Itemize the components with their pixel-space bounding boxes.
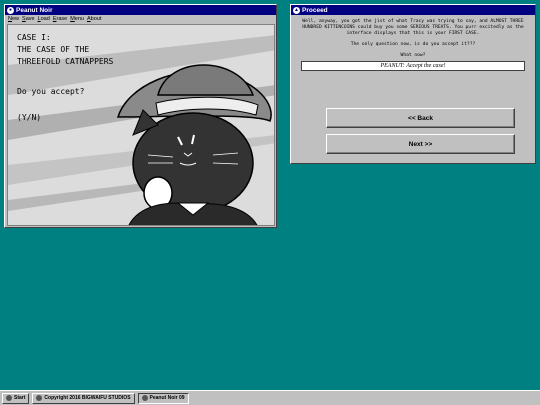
- game-task-button[interactable]: Peanut Noir 09: [137, 392, 189, 404]
- menu-bar: New Save Load Erase Menu About: [5, 15, 276, 23]
- accept-question: Do you accept?: [17, 87, 85, 96]
- case-title-line2: THREEFOLD CATNAPPERS: [17, 57, 114, 66]
- app-task-icon: [141, 395, 148, 401]
- warning-icon: ▲: [293, 6, 300, 14]
- menu-load[interactable]: Load: [38, 16, 50, 22]
- menu-menu[interactable]: Menu: [70, 16, 84, 22]
- game-window-titlebar[interactable]: ● Peanut Noir: [5, 5, 276, 15]
- yn-prompt: (Y/N): [17, 113, 42, 122]
- next-button[interactable]: Next >>: [326, 134, 515, 154]
- case-title-line1: THE CASE OF THE: [17, 45, 90, 54]
- menu-save[interactable]: Save: [22, 16, 35, 22]
- game-task-label: Peanut Noir 09: [149, 395, 185, 401]
- taskbar: Start Copyright 2016 BIGWAIFU STUDIOS Pe…: [0, 390, 540, 405]
- proceed-window-titlebar[interactable]: ▲ Proceed: [291, 5, 535, 15]
- proceed-window-title: Proceed: [302, 6, 328, 14]
- game-window: ● Peanut Noir New Save Load Erase Menu A…: [4, 4, 277, 228]
- narration-text: Well, anyway, you got the jist of what T…: [302, 19, 524, 36]
- menu-about[interactable]: About: [87, 16, 101, 22]
- menu-new[interactable]: New: [8, 16, 19, 22]
- game-scene[interactable]: CASE I: THE CASE OF THE THREEFOLD CATNAP…: [7, 24, 275, 226]
- question-text: The only question now, is do you accept …: [350, 42, 476, 47]
- game-window-title: Peanut Noir: [16, 6, 53, 14]
- case-label: CASE I:: [17, 33, 51, 42]
- app-icon: ●: [7, 6, 14, 14]
- copyright-task[interactable]: Copyright 2016 BIGWAIFU STUDIOS: [32, 392, 135, 404]
- back-button[interactable]: << Back: [326, 108, 515, 128]
- menu-erase[interactable]: Erase: [53, 16, 67, 22]
- start-label: Start: [14, 395, 26, 401]
- copyright-label: Copyright 2016 BIGWAIFU STUDIOS: [44, 395, 131, 401]
- document-icon: [36, 395, 43, 401]
- answer-option[interactable]: PEANUT: Accept the case!: [301, 61, 525, 71]
- proceed-window: ▲ Proceed Well, anyway, you got the jist…: [290, 4, 536, 164]
- start-button[interactable]: Start: [2, 392, 30, 404]
- prompt-text: What now?: [400, 53, 426, 58]
- start-icon: [6, 395, 12, 401]
